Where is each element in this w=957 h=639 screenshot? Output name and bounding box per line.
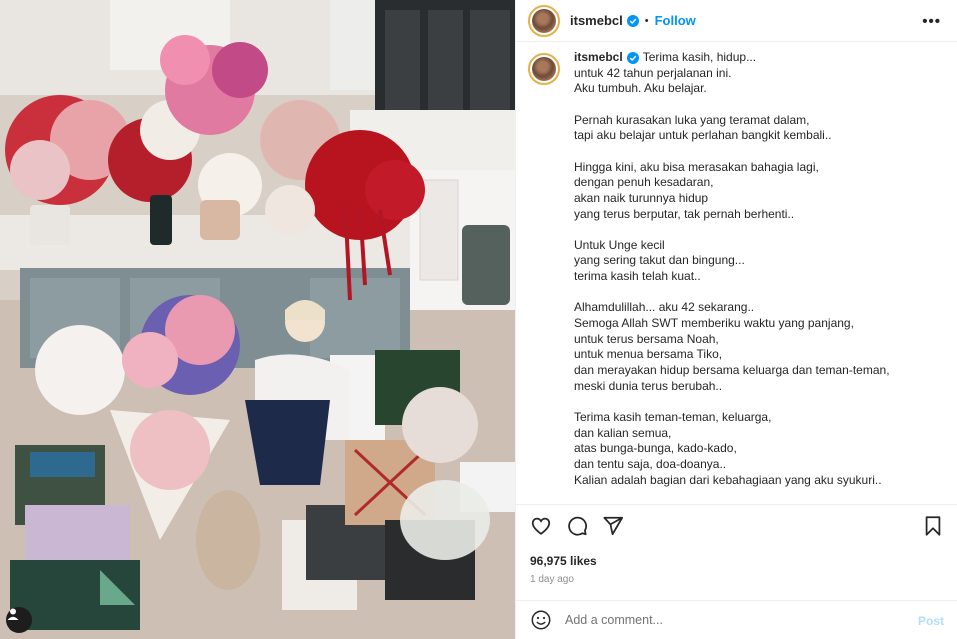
more-options-icon[interactable]: ••• (922, 13, 941, 30)
comment-input[interactable] (565, 613, 905, 627)
caption-line: yang terus berputar, tak pernah berhenti… (574, 206, 795, 221)
caption-line: dan tentu saja, doa-doanya.. (574, 456, 727, 471)
likes-count[interactable]: 96,975 likes (530, 554, 597, 568)
caption-line: Kalian adalah bagian dari kebahagiaan ya… (574, 472, 882, 487)
caption-line: dan merayakan hidup bersama keluarga dan… (574, 363, 890, 378)
post-photo-illustration (0, 0, 515, 639)
caption-first-line: Terima kasih, hidup... (642, 50, 757, 64)
comment-icon[interactable] (566, 515, 588, 537)
caption-line: Untuk Unge kecil (574, 237, 665, 252)
caption-line: Aku tumbuh. Aku belajar. (574, 81, 707, 96)
caption-line: dan kalian semua, (574, 425, 672, 440)
caption-line (574, 97, 890, 113)
emoji-icon[interactable] (530, 609, 552, 631)
caption-line: dengan penuh kesadaran, (574, 175, 714, 190)
caption-line (574, 222, 890, 238)
share-icon[interactable] (602, 515, 624, 537)
post-actions: 96,975 likes 1 day ago (516, 504, 957, 600)
caption-username[interactable]: itsmebcl (574, 50, 623, 66)
instagram-post-modal: itsmebcl • Follow ••• itsmebcl Terima ka… (0, 0, 957, 639)
caption-line: akan naik turunnya hidup (574, 190, 709, 205)
header-username[interactable]: itsmebcl (570, 13, 623, 28)
post-header: itsmebcl • Follow ••• (516, 0, 957, 42)
caption-line: Pernah kurasakan luka yang teramat dalam… (574, 112, 810, 127)
caption-line: terima kasih telah kuat.. (574, 269, 701, 284)
verified-badge-icon (626, 14, 639, 27)
post-comment-button[interactable]: Post (918, 614, 944, 628)
post-side-panel: itsmebcl • Follow ••• itsmebcl Terima ka… (515, 0, 957, 639)
caption-line: tapi aku belajar untuk perlahan bangkit … (574, 128, 832, 143)
caption-avatar[interactable] (528, 53, 560, 85)
caption-line: Alhamdulillah... aku 42 sekarang.. (574, 300, 755, 315)
verified-badge-icon (626, 51, 639, 64)
post-photo[interactable] (0, 0, 515, 639)
avatar[interactable] (528, 4, 560, 37)
comment-bar: Post (516, 600, 957, 639)
caption-text: itsmebcl Terima kasih, hidup... untuk 42… (574, 50, 890, 504)
caption-line: untuk terus bersama Noah, (574, 331, 719, 346)
bookmark-icon[interactable] (922, 515, 944, 537)
caption-line: Terima kasih teman-teman, keluarga, (574, 410, 772, 425)
caption-line: untuk menua bersama Tiko, (574, 347, 723, 362)
caption-line: meski dunia terus berubah.. (574, 378, 723, 393)
caption-line (574, 285, 890, 301)
user-tag-icon[interactable] (6, 607, 32, 633)
header-separator: • (644, 14, 649, 27)
follow-button[interactable]: Follow (655, 13, 696, 28)
heart-icon[interactable] (530, 515, 552, 537)
caption-line: atas bunga-bunga, kado-kado, (574, 441, 737, 456)
caption-line: yang sering takut dan bingung... (574, 253, 745, 268)
caption-line (574, 394, 890, 410)
post-timestamp[interactable]: 1 day ago (530, 574, 574, 585)
caption-line: untuk 42 tahun perjalanan ini. (574, 65, 732, 80)
caption-area: itsmebcl Terima kasih, hidup... untuk 42… (516, 42, 957, 504)
caption-line (574, 144, 890, 160)
caption-line: Hingga kini, aku bisa merasakan bahagia … (574, 159, 819, 174)
caption-line: Semoga Allah SWT memberiku waktu yang pa… (574, 316, 854, 331)
caption-lines: untuk 42 tahun perjalanan ini. Aku tumbuh… (574, 66, 890, 489)
